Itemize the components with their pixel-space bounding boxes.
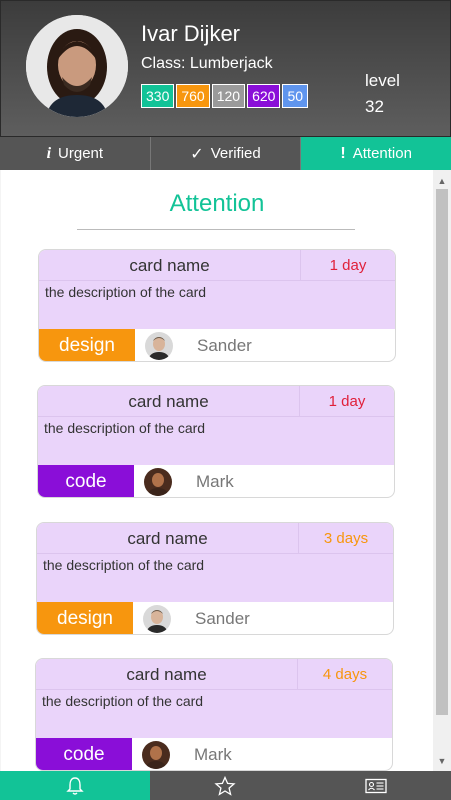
tab-label: Verified	[210, 145, 261, 162]
scroll-down-arrow-icon[interactable]: ▼	[433, 753, 451, 769]
card-name: card name	[36, 659, 298, 690]
stat-badge: 50	[282, 84, 309, 108]
stat-badge: 620	[247, 84, 281, 108]
bottom-nav	[0, 771, 451, 800]
card-description: the description of the card	[45, 284, 207, 300]
card-body: card name 1 day the description of the car…	[38, 386, 394, 465]
card-due: 1 day	[301, 250, 395, 281]
card-body: card name 3 days the description of the ca…	[37, 523, 393, 602]
profile-class: Class: Lumberjack	[141, 55, 273, 72]
card-footer: code Mark	[38, 465, 394, 497]
nav-favorites[interactable]	[150, 771, 300, 800]
card-footer: design Sander	[39, 329, 395, 361]
stat-badge: 120	[211, 84, 246, 108]
tab-attention[interactable]: ! Attention	[301, 137, 451, 170]
card-user: Mark	[196, 472, 234, 491]
exclamation-icon: !	[340, 144, 346, 162]
card-due: 4 days	[298, 659, 392, 690]
card-name: card name	[39, 250, 301, 281]
user-avatar	[145, 332, 173, 360]
section-title: Attention	[169, 190, 265, 217]
card-name: card name	[37, 523, 299, 554]
level-label: level	[365, 71, 400, 90]
profile-name: Ivar Dijker	[141, 21, 241, 46]
stat-badge: 330	[141, 84, 175, 108]
card-footer: design Sander	[37, 602, 393, 634]
nav-profile-card[interactable]	[301, 771, 451, 800]
level-value: 32	[365, 97, 384, 116]
task-card[interactable]: card name 1 day the description of the car…	[37, 385, 395, 498]
card-tag[interactable]: code	[36, 738, 132, 770]
card-tag[interactable]: design	[37, 602, 133, 634]
tab-verified[interactable]: ✓ Verified	[151, 137, 302, 170]
card-due: 1 day	[300, 386, 394, 417]
task-card[interactable]: card name 3 days the description of the ca…	[36, 522, 394, 635]
tab-label: Urgent	[58, 145, 104, 162]
scrollbar[interactable]: ▲ ▼	[433, 170, 451, 771]
user-avatar	[144, 468, 172, 496]
card-user: Sander	[195, 609, 250, 628]
card-body: card name 4 days the description of the ca…	[36, 659, 392, 738]
stat-badge: 760	[176, 84, 210, 108]
tab-label: Attention	[352, 145, 412, 162]
card-tag[interactable]: design	[39, 329, 135, 361]
tab-bar: i Urgent ✓ Verified ! Attention	[0, 137, 451, 170]
scrollbar-thumb[interactable]	[436, 189, 448, 715]
card-due: 3 days	[299, 523, 393, 554]
checkmark-icon: ✓	[190, 145, 204, 163]
card-description: the description of the card	[43, 557, 205, 573]
card-description: the description of the card	[42, 693, 204, 709]
bell-icon	[66, 776, 84, 795]
task-card[interactable]: card name 1 day the description of the car…	[38, 249, 396, 362]
id-card-icon	[365, 778, 387, 793]
card-tag[interactable]: code	[38, 465, 134, 497]
card-user: Sander	[197, 336, 252, 355]
card-name: card name	[38, 386, 300, 417]
scroll-up-arrow-icon[interactable]: ▲	[433, 173, 451, 189]
nav-notifications[interactable]	[0, 771, 151, 800]
info-icon: i	[46, 144, 52, 162]
tab-urgent[interactable]: i Urgent	[0, 137, 151, 170]
card-description: the description of the card	[44, 420, 206, 436]
card-footer: code Mark	[36, 738, 392, 770]
profile-header: Ivar Dijker Class: Lumberjack 330 760 120 6…	[0, 0, 451, 137]
stat-badges: 330 760 120 620 50	[141, 84, 310, 108]
user-avatar	[143, 605, 171, 633]
card-list: Attention card name 1 day the description …	[1, 170, 433, 771]
user-avatar	[142, 741, 170, 769]
card-body: card name 1 day the description of the car…	[39, 250, 395, 329]
star-icon	[214, 775, 237, 796]
task-card[interactable]: card name 4 days the description of the ca…	[35, 658, 393, 771]
card-user: Mark	[194, 745, 232, 764]
title-divider	[77, 229, 355, 230]
profile-avatar[interactable]	[26, 15, 128, 117]
